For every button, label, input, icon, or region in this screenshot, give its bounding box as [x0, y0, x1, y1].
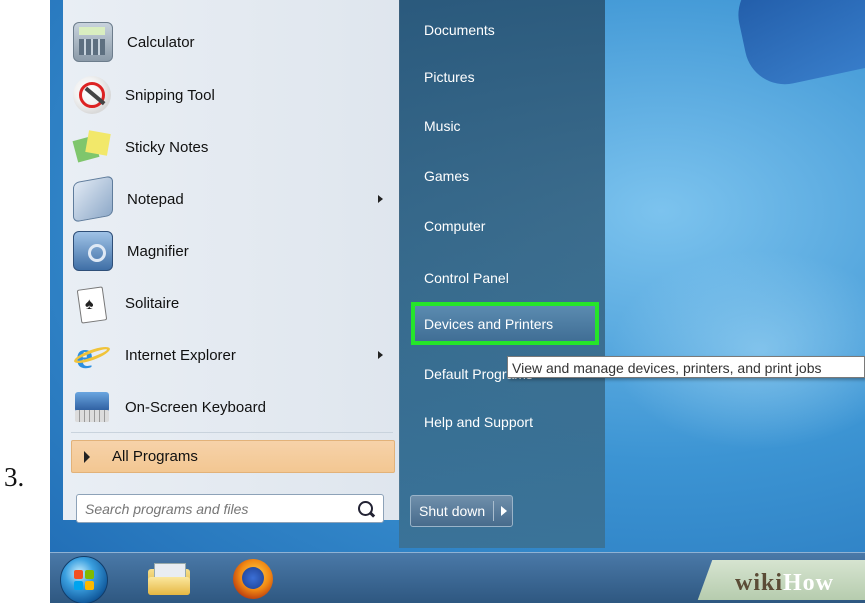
program-item-calculator[interactable]: Calculator — [73, 17, 393, 67]
link-control-panel[interactable]: Control Panel — [424, 270, 509, 286]
notepad-icon — [73, 175, 113, 223]
program-label: Internet Explorer — [125, 346, 236, 364]
start-menu-programs-pane: Calculator Snipping Tool Sticky Notes No… — [63, 0, 400, 523]
program-label: Solitaire — [125, 294, 180, 312]
program-label: Calculator — [127, 33, 195, 51]
program-item-internet-explorer[interactable]: e Internet Explorer — [72, 330, 393, 380]
link-documents[interactable]: Documents — [424, 22, 495, 38]
scissors-icon — [73, 76, 111, 114]
shut-down-label: Shut down — [419, 503, 486, 519]
submenu-arrow-icon[interactable] — [378, 195, 383, 203]
program-label: On-Screen Keyboard — [125, 398, 266, 416]
step-number: 3. — [4, 462, 25, 492]
start-orb-icon[interactable] — [60, 556, 108, 603]
wallpaper-glow — [610, 250, 865, 450]
program-item-magnifier[interactable]: Magnifier — [73, 226, 393, 276]
firefox-icon[interactable] — [233, 559, 273, 599]
program-item-on-screen-keyboard[interactable]: On-Screen Keyboard — [73, 382, 393, 432]
magnifier-icon — [73, 231, 113, 271]
separator — [71, 432, 393, 433]
link-games[interactable]: Games — [424, 168, 469, 184]
link-devices-and-printers[interactable]: Devices and Printers — [424, 316, 553, 332]
program-item-sticky-notes[interactable]: Sticky Notes — [72, 122, 393, 172]
link-computer[interactable]: Computer — [424, 218, 485, 234]
program-item-solitaire[interactable]: ♠ Solitaire — [73, 278, 393, 328]
sticky-notes-icon — [72, 128, 111, 166]
calculator-icon — [73, 22, 113, 62]
search-icon[interactable] — [355, 498, 377, 520]
all-programs-label: All Programs — [112, 448, 198, 465]
link-help-and-support[interactable]: Help and Support — [424, 414, 533, 430]
desktop: Calculator Snipping Tool Sticky Notes No… — [50, 0, 865, 603]
submenu-arrow-icon[interactable] — [378, 351, 383, 359]
program-label: Sticky Notes — [125, 138, 209, 156]
shut-down-button[interactable]: Shut down — [410, 495, 513, 527]
tooltip: View and manage devices, printers, and p… — [507, 356, 865, 378]
divider — [493, 501, 495, 521]
program-label: Snipping Tool — [125, 86, 215, 104]
expand-arrow-icon — [84, 450, 90, 463]
program-label: Magnifier — [127, 242, 189, 260]
search-input[interactable] — [83, 499, 355, 518]
windows-explorer-icon[interactable] — [148, 563, 190, 595]
program-label: Notepad — [127, 190, 184, 208]
wikihow-watermark: wikiHow — [735, 570, 835, 596]
shutdown-options-arrow-icon[interactable] — [501, 506, 508, 516]
program-item-notepad[interactable]: Notepad — [73, 174, 393, 224]
link-pictures[interactable]: Pictures — [424, 69, 475, 85]
all-programs-button[interactable]: All Programs — [71, 440, 395, 473]
link-music[interactable]: Music — [424, 118, 461, 134]
program-item-snipping-tool[interactable]: Snipping Tool — [73, 70, 393, 120]
wallpaper-streak — [730, 0, 865, 92]
internet-explorer-icon: e — [72, 336, 112, 375]
solitaire-icon: ♠ — [73, 284, 111, 324]
search-box[interactable] — [76, 494, 384, 523]
keyboard-icon — [73, 388, 111, 426]
